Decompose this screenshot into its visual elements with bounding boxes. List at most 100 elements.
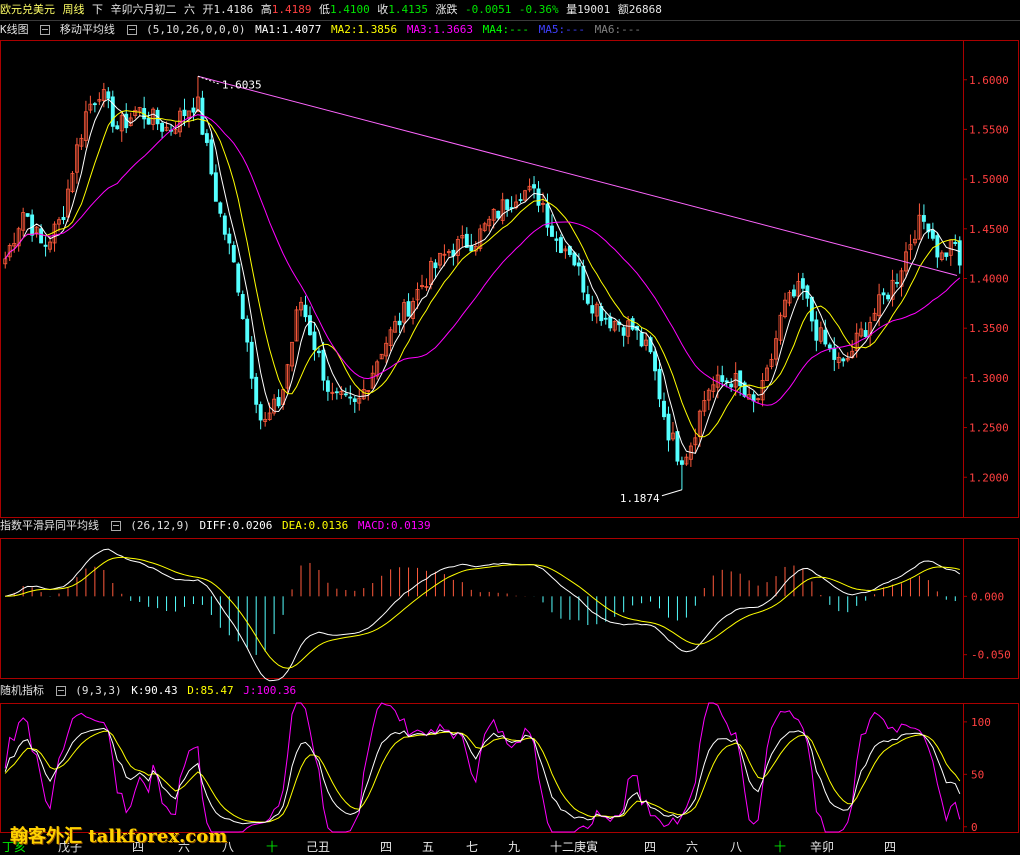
candle [352, 395, 357, 413]
x-axis-label: 四 [884, 840, 897, 854]
candle [836, 352, 841, 369]
candle [863, 322, 868, 338]
candle [357, 389, 362, 411]
price-chart[interactable]: 1.2000 1.2500 1.3000 1.3500 1.4000 1.4500 1.50… [0, 0, 1020, 854]
moving-average-lines [4, 98, 961, 454]
candle [312, 322, 317, 361]
candle-body [572, 252, 577, 266]
candle [917, 203, 922, 240]
candle [944, 252, 949, 261]
candle [818, 321, 823, 344]
candle [662, 392, 666, 421]
candle [841, 357, 846, 367]
candle [509, 196, 514, 213]
y-tick-label: 1.5000 [969, 173, 1009, 186]
candle [92, 102, 97, 113]
candle-body [218, 202, 223, 214]
candle-body [245, 318, 250, 343]
candle [505, 198, 510, 217]
candle [195, 76, 200, 113]
macd-tick-label: 0.000 [971, 590, 1004, 603]
candle-body [406, 301, 411, 317]
candle-body [204, 133, 209, 143]
candle-body [576, 262, 581, 267]
candle-body [348, 396, 353, 399]
candle [379, 353, 384, 360]
candle-body [227, 233, 232, 244]
candle-body [249, 341, 254, 379]
candle [43, 236, 48, 257]
candle [527, 178, 532, 193]
candle [939, 250, 944, 262]
candle [684, 453, 689, 466]
high-marker-label: 1.6035 [222, 78, 262, 91]
candle-body [532, 184, 536, 189]
candle-body [554, 238, 559, 241]
candle-body [585, 294, 590, 304]
candle [236, 262, 241, 297]
candle-body [505, 199, 510, 210]
candle [563, 245, 568, 259]
candle [621, 324, 626, 347]
candle-body [518, 199, 523, 201]
candle [316, 347, 321, 358]
candle-body [343, 393, 348, 396]
candle [75, 137, 79, 184]
candle [285, 363, 290, 393]
candle [70, 171, 75, 194]
candle [469, 233, 474, 253]
candle-body [231, 245, 236, 263]
candle-body [182, 109, 187, 117]
candle-body [957, 240, 962, 266]
candle [500, 192, 505, 225]
candle [290, 341, 294, 372]
candle-body [191, 107, 196, 113]
candle [258, 401, 263, 430]
candle [115, 121, 120, 130]
candle [30, 209, 35, 242]
candle [231, 241, 236, 263]
candle [859, 321, 864, 338]
candle [554, 231, 559, 253]
kdj-tick-label: 50 [971, 768, 984, 781]
candle [908, 234, 913, 260]
candle [245, 315, 250, 352]
macd-panel-frame [0, 538, 1019, 679]
candle [137, 106, 142, 117]
candle [890, 269, 895, 307]
candle [330, 382, 335, 401]
candle [935, 232, 940, 268]
candle-body [621, 327, 626, 336]
candle-body [662, 400, 666, 418]
candle-body [590, 305, 595, 314]
candle [783, 292, 787, 319]
candle [899, 267, 904, 297]
candle [666, 406, 671, 452]
candle-body [863, 330, 868, 337]
candle [213, 164, 218, 202]
candle-body [303, 304, 308, 318]
candle-body [666, 413, 671, 441]
candle [930, 222, 935, 241]
candle [79, 134, 84, 151]
candle [778, 312, 783, 345]
candle [881, 288, 886, 305]
kdj-panel-frame [0, 703, 1019, 833]
candle [886, 292, 890, 302]
candle [110, 90, 115, 133]
watermark: 翰客外汇 talkforex.com [10, 826, 228, 847]
candle-body [603, 317, 608, 320]
candle [3, 251, 8, 269]
candle [679, 456, 684, 490]
candle-body [312, 331, 317, 350]
candle-body [536, 188, 541, 206]
candle-body [550, 225, 554, 237]
candle-body [258, 404, 263, 421]
candle [872, 308, 877, 322]
candle [657, 359, 662, 408]
candle [375, 359, 380, 380]
candlesticks[interactable] [3, 76, 962, 490]
candle [88, 95, 93, 114]
candle-body [352, 398, 357, 402]
trend-line[interactable] [197, 75, 958, 277]
